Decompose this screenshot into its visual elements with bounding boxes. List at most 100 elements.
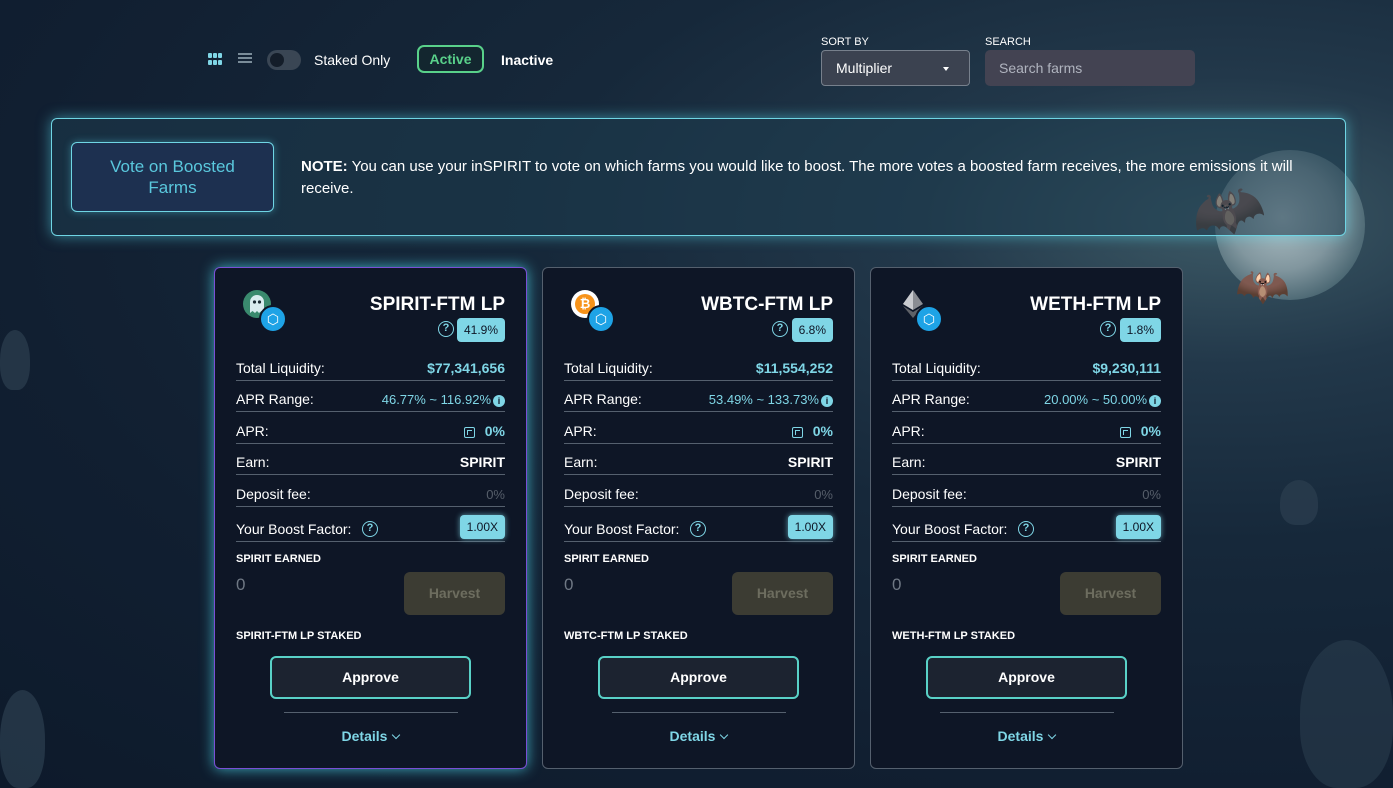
boost-factor-row: Your Boost Factor: ? 1.00X <box>892 511 1161 542</box>
apr-range-row: APR Range: 53.49% ~ 133.73% i <box>564 381 833 412</box>
farm-title: WBTC-FTM LP <box>701 294 833 315</box>
apr-label: APR: <box>892 423 925 439</box>
inactive-tab[interactable]: Inactive <box>501 52 553 68</box>
apr-range-value: 53.49% ~ 133.73% <box>708 392 819 407</box>
apr-label: APR: <box>236 423 269 439</box>
deposit-fee-label: Deposit fee: <box>564 486 639 502</box>
note-text: You can use your inSPIRIT to vote on whi… <box>301 158 1293 197</box>
lp-staked-label: WBTC-FTM LP STAKED <box>564 630 688 642</box>
approve-button[interactable]: Approve <box>926 656 1127 699</box>
ghost-decoration <box>0 690 45 788</box>
harvest-button[interactable]: Harvest <box>732 572 833 615</box>
earn-row: Earn: SPIRIT <box>892 444 1161 475</box>
bat-icon: 🦇 <box>1235 262 1290 311</box>
info-icon[interactable]: i <box>1149 394 1161 407</box>
apr-range-value: 46.77% ~ 116.92% <box>381 392 491 407</box>
pair-logo: ⬡ <box>243 290 293 336</box>
boost-factor-badge: 1.00X <box>787 515 833 539</box>
apr-value: 0% <box>812 423 833 439</box>
total-liquidity-value: $77,341,656 <box>427 360 505 376</box>
pair-logo: ⬡ <box>899 290 949 336</box>
lp-staked-label: WETH-FTM LP STAKED <box>892 630 1016 642</box>
grid-view-icon[interactable] <box>208 53 222 65</box>
fantom-icon: ⬡ <box>587 305 615 333</box>
total-liquidity-row: Total Liquidity: $9,230,111 <box>892 350 1161 381</box>
boost-factor-label: Your Boost Factor: <box>564 521 680 537</box>
info-icon[interactable]: i <box>821 394 833 407</box>
boost-factor-row: Your Boost Factor: ? 1.00X <box>236 511 505 542</box>
deposit-fee-value: 0% <box>486 487 505 502</box>
banner-note: NOTE: You can use your inSPIRIT to vote … <box>301 156 1311 200</box>
help-icon[interactable]: ? <box>690 521 706 537</box>
sort-select-value: Multiplier <box>836 60 893 76</box>
apr-range-label: APR Range: <box>564 391 642 407</box>
help-icon[interactable]: ? <box>1100 321 1116 337</box>
apr-value: 0% <box>484 423 505 439</box>
earn-value: SPIRIT <box>787 454 833 470</box>
pair-logo: ₿ ⬡ <box>571 290 621 336</box>
help-icon[interactable]: ? <box>1018 521 1034 537</box>
apr-value-wrap: 0% <box>1119 423 1161 439</box>
apr-range-value: 20.00% ~ 50.00% <box>1044 392 1147 407</box>
earn-label: Earn: <box>236 454 270 470</box>
deposit-fee-label: Deposit fee: <box>236 486 311 502</box>
search-input[interactable] <box>985 50 1195 86</box>
earn-label: Earn: <box>564 454 598 470</box>
calculator-icon[interactable] <box>1119 426 1131 438</box>
total-liquidity-label: Total Liquidity: <box>564 360 653 376</box>
harvest-button[interactable]: Harvest <box>404 572 505 615</box>
earn-row: Earn: SPIRIT <box>564 444 833 475</box>
list-view-icon[interactable] <box>238 53 252 65</box>
help-icon[interactable]: ? <box>772 321 788 337</box>
spirit-earned-label: SPIRIT EARNED <box>892 553 977 565</box>
total-liquidity-label: Total Liquidity: <box>236 360 325 376</box>
fantom-icon: ⬡ <box>259 305 287 333</box>
boost-factor-label: Your Boost Factor: <box>236 521 352 537</box>
toggle-knob <box>270 53 284 67</box>
spirit-earned-label: SPIRIT EARNED <box>236 553 321 565</box>
apr-range-label: APR Range: <box>892 391 970 407</box>
apr-value-wrap: 0% <box>791 423 833 439</box>
approve-button[interactable]: Approve <box>270 656 471 699</box>
details-toggle[interactable]: Details <box>215 728 526 744</box>
approve-button[interactable]: Approve <box>598 656 799 699</box>
deposit-fee-label: Deposit fee: <box>892 486 967 502</box>
deposit-fee-value: 0% <box>814 487 833 502</box>
vote-boosted-farms-button[interactable]: Vote on Boosted Farms <box>71 142 274 212</box>
help-icon[interactable]: ? <box>362 521 378 537</box>
spirit-earned-value: 0 <box>236 575 246 594</box>
active-tab[interactable]: Active <box>417 45 484 73</box>
info-icon[interactable]: i <box>493 394 505 407</box>
apr-range-label: APR Range: <box>236 391 314 407</box>
boost-factor-badge: 1.00X <box>459 515 505 539</box>
spirit-earned-value: 0 <box>564 575 574 594</box>
apr-range-value-wrap: 46.77% ~ 116.92% i <box>382 392 505 407</box>
divider <box>940 712 1114 713</box>
chevron-down-icon <box>1048 730 1057 740</box>
total-liquidity-row: Total Liquidity: $11,554,252 <box>564 350 833 381</box>
boost-factor-badge: 1.00X <box>1115 515 1161 539</box>
apr-range-value-wrap: 20.00% ~ 50.00% i <box>1044 392 1161 407</box>
calculator-icon[interactable] <box>791 426 803 438</box>
multiplier-badge: 1.8% <box>1119 318 1161 342</box>
boost-banner: Vote on Boosted Farms NOTE: You can use … <box>51 118 1346 236</box>
farm-title: SPIRIT-FTM LP <box>369 294 505 315</box>
details-label: Details <box>997 728 1044 744</box>
deposit-fee-row: Deposit fee: 0% <box>564 476 833 507</box>
staked-only-label: Staked Only <box>314 52 391 68</box>
sort-select[interactable]: Multiplier <box>821 50 970 86</box>
multiplier-badge: 6.8% <box>791 318 833 342</box>
help-icon[interactable]: ? <box>438 321 454 337</box>
total-liquidity-row: Total Liquidity: $77,341,656 <box>236 350 505 381</box>
calculator-icon[interactable] <box>463 426 475 438</box>
ghost-decoration <box>1300 640 1393 788</box>
spirit-earned-value: 0 <box>892 575 902 594</box>
harvest-button[interactable]: Harvest <box>1060 572 1161 615</box>
earn-label: Earn: <box>892 454 926 470</box>
apr-row: APR: 0% <box>564 413 833 444</box>
divider <box>612 712 786 713</box>
details-toggle[interactable]: Details <box>543 728 854 744</box>
details-toggle[interactable]: Details <box>871 728 1182 744</box>
apr-value: 0% <box>1140 423 1161 439</box>
staked-only-toggle[interactable] <box>267 50 301 70</box>
